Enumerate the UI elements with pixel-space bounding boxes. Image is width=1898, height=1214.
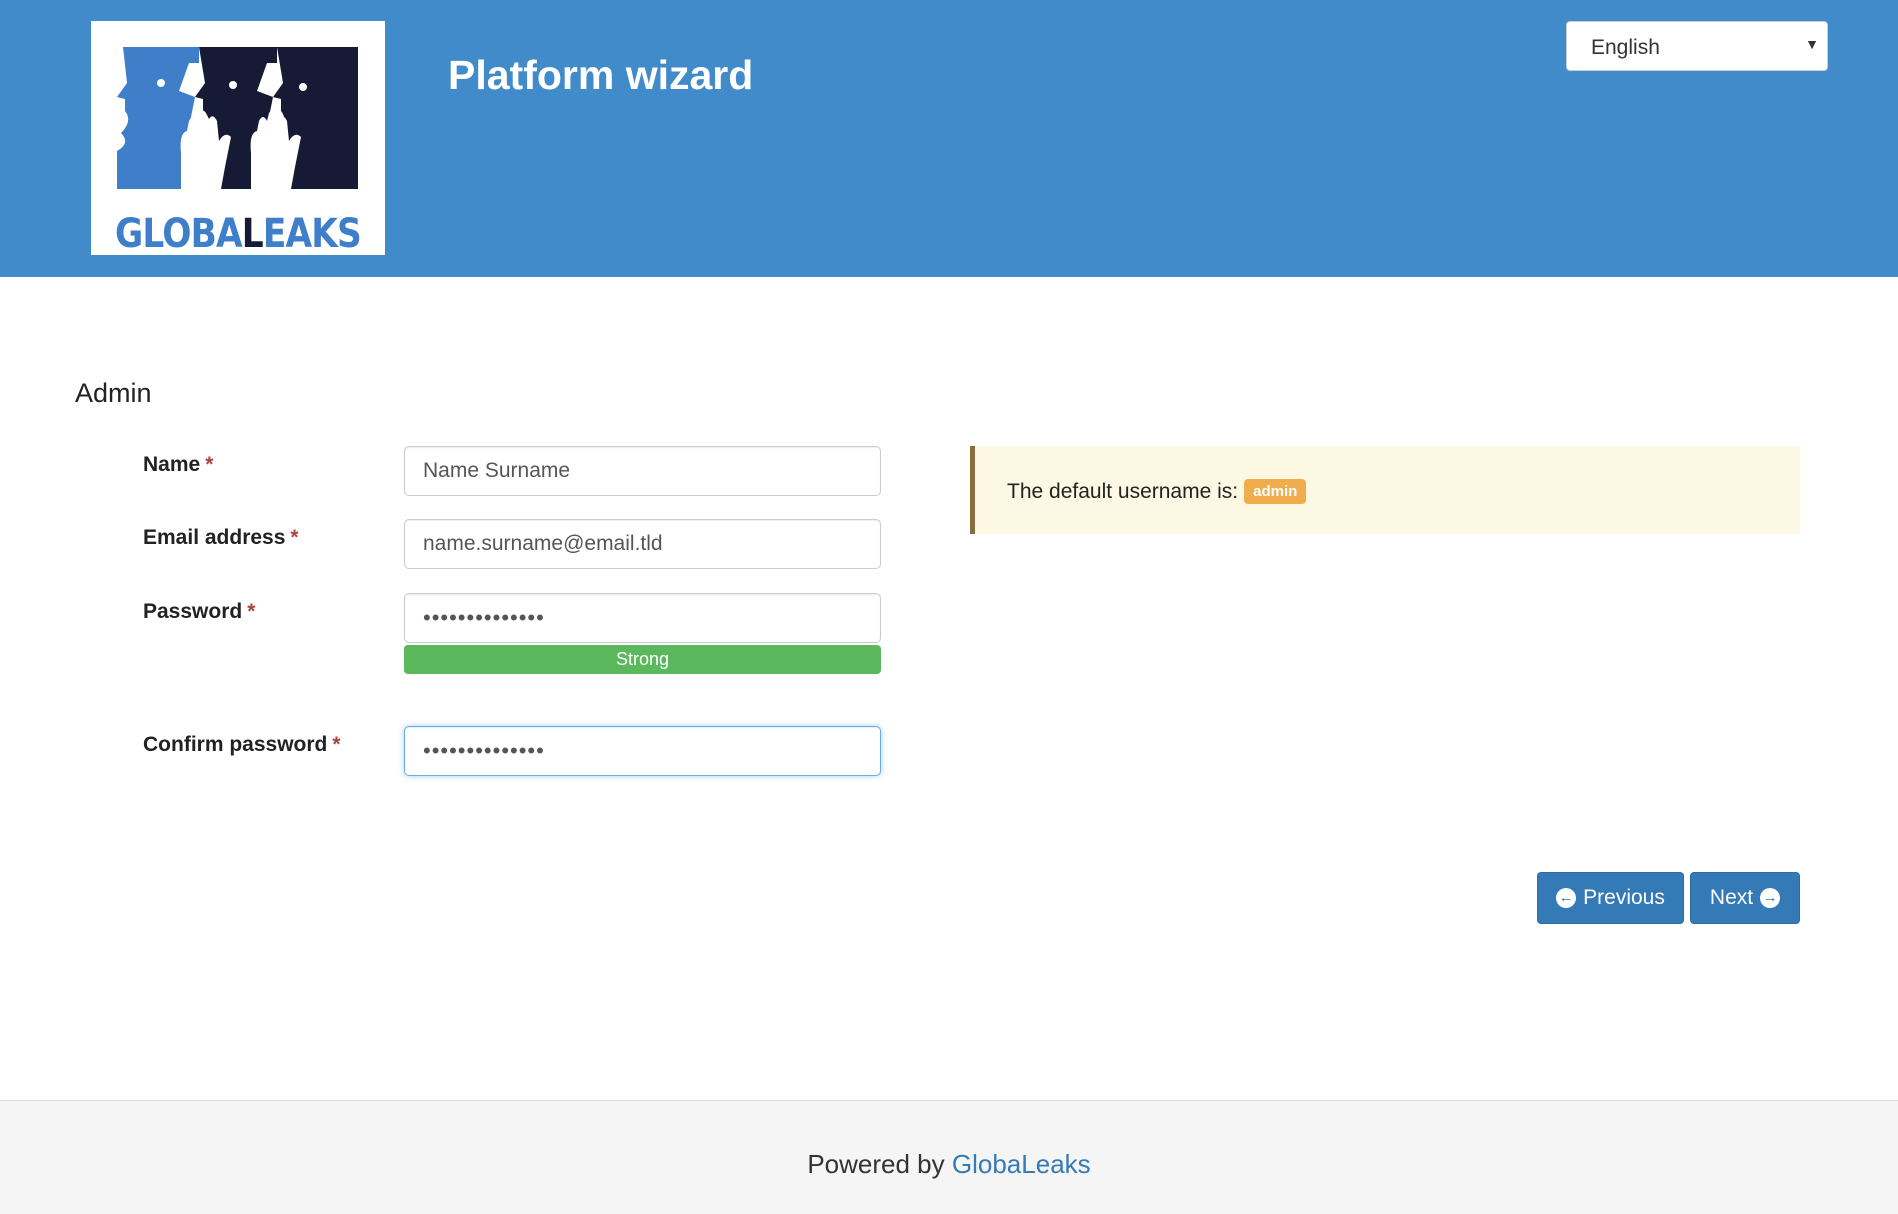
required-marker: * — [205, 453, 214, 476]
language-select-value: English — [1591, 36, 1660, 59]
logo-text-globa: GLOBA — [115, 211, 243, 257]
footer-prefix: Powered by — [807, 1149, 945, 1179]
required-marker: * — [332, 733, 341, 756]
name-input[interactable] — [404, 446, 881, 496]
password-label: Password * — [143, 600, 255, 624]
name-label: Name * — [143, 453, 213, 477]
logo-text: GLOBALEAKS — [112, 211, 365, 257]
wizard-page: GLOBALEAKS Platform wizard English ▼ Adm… — [0, 0, 1898, 1214]
confirm-password-input[interactable] — [404, 726, 881, 776]
username-badge: admin — [1244, 479, 1307, 504]
email-label: Email address * — [143, 526, 299, 550]
globaleaks-link[interactable]: GlobaLeaks — [952, 1149, 1091, 1179]
email-label-text: Email address — [143, 526, 286, 549]
language-select[interactable]: English ▼ — [1566, 21, 1828, 71]
arrow-circle-right-icon: → — [1760, 888, 1781, 908]
info-text-label: The default username is: — [1007, 480, 1239, 503]
email-input[interactable] — [404, 519, 881, 569]
password-strength-bar: Strong — [404, 645, 881, 674]
arrow-circle-left-icon: ← — [1556, 888, 1577, 908]
confirm-password-label-text: Confirm password — [143, 733, 328, 756]
name-label-text: Name — [143, 453, 201, 476]
previous-button-label: Previous — [1583, 886, 1665, 909]
next-button-label: Next — [1709, 886, 1754, 909]
page-title: Platform wizard — [448, 52, 754, 98]
caret-down-icon: ▼ — [1805, 36, 1819, 52]
required-marker: * — [290, 526, 299, 549]
footer-text: Powered by GlobaLeaks — [0, 1149, 1898, 1180]
info-callout: The default username is: admin — [970, 446, 1800, 534]
next-button[interactable]: Next → — [1690, 872, 1800, 924]
info-text: The default username is: admin — [1007, 479, 1307, 504]
logo: GLOBALEAKS — [91, 21, 385, 257]
previous-button[interactable]: ← Previous — [1537, 872, 1684, 924]
required-marker: * — [247, 600, 256, 623]
logo-text-eaks: EAKS — [262, 211, 362, 257]
password-label-text: Password — [143, 600, 243, 623]
header: GLOBALEAKS Platform wizard English ▼ — [0, 0, 1898, 277]
footer: Powered by GlobaLeaks — [0, 1100, 1898, 1214]
logo-text-l: L — [241, 211, 264, 257]
confirm-password-label: Confirm password * — [143, 733, 341, 757]
section-title: Admin — [75, 378, 152, 408]
password-input[interactable] — [404, 593, 881, 643]
